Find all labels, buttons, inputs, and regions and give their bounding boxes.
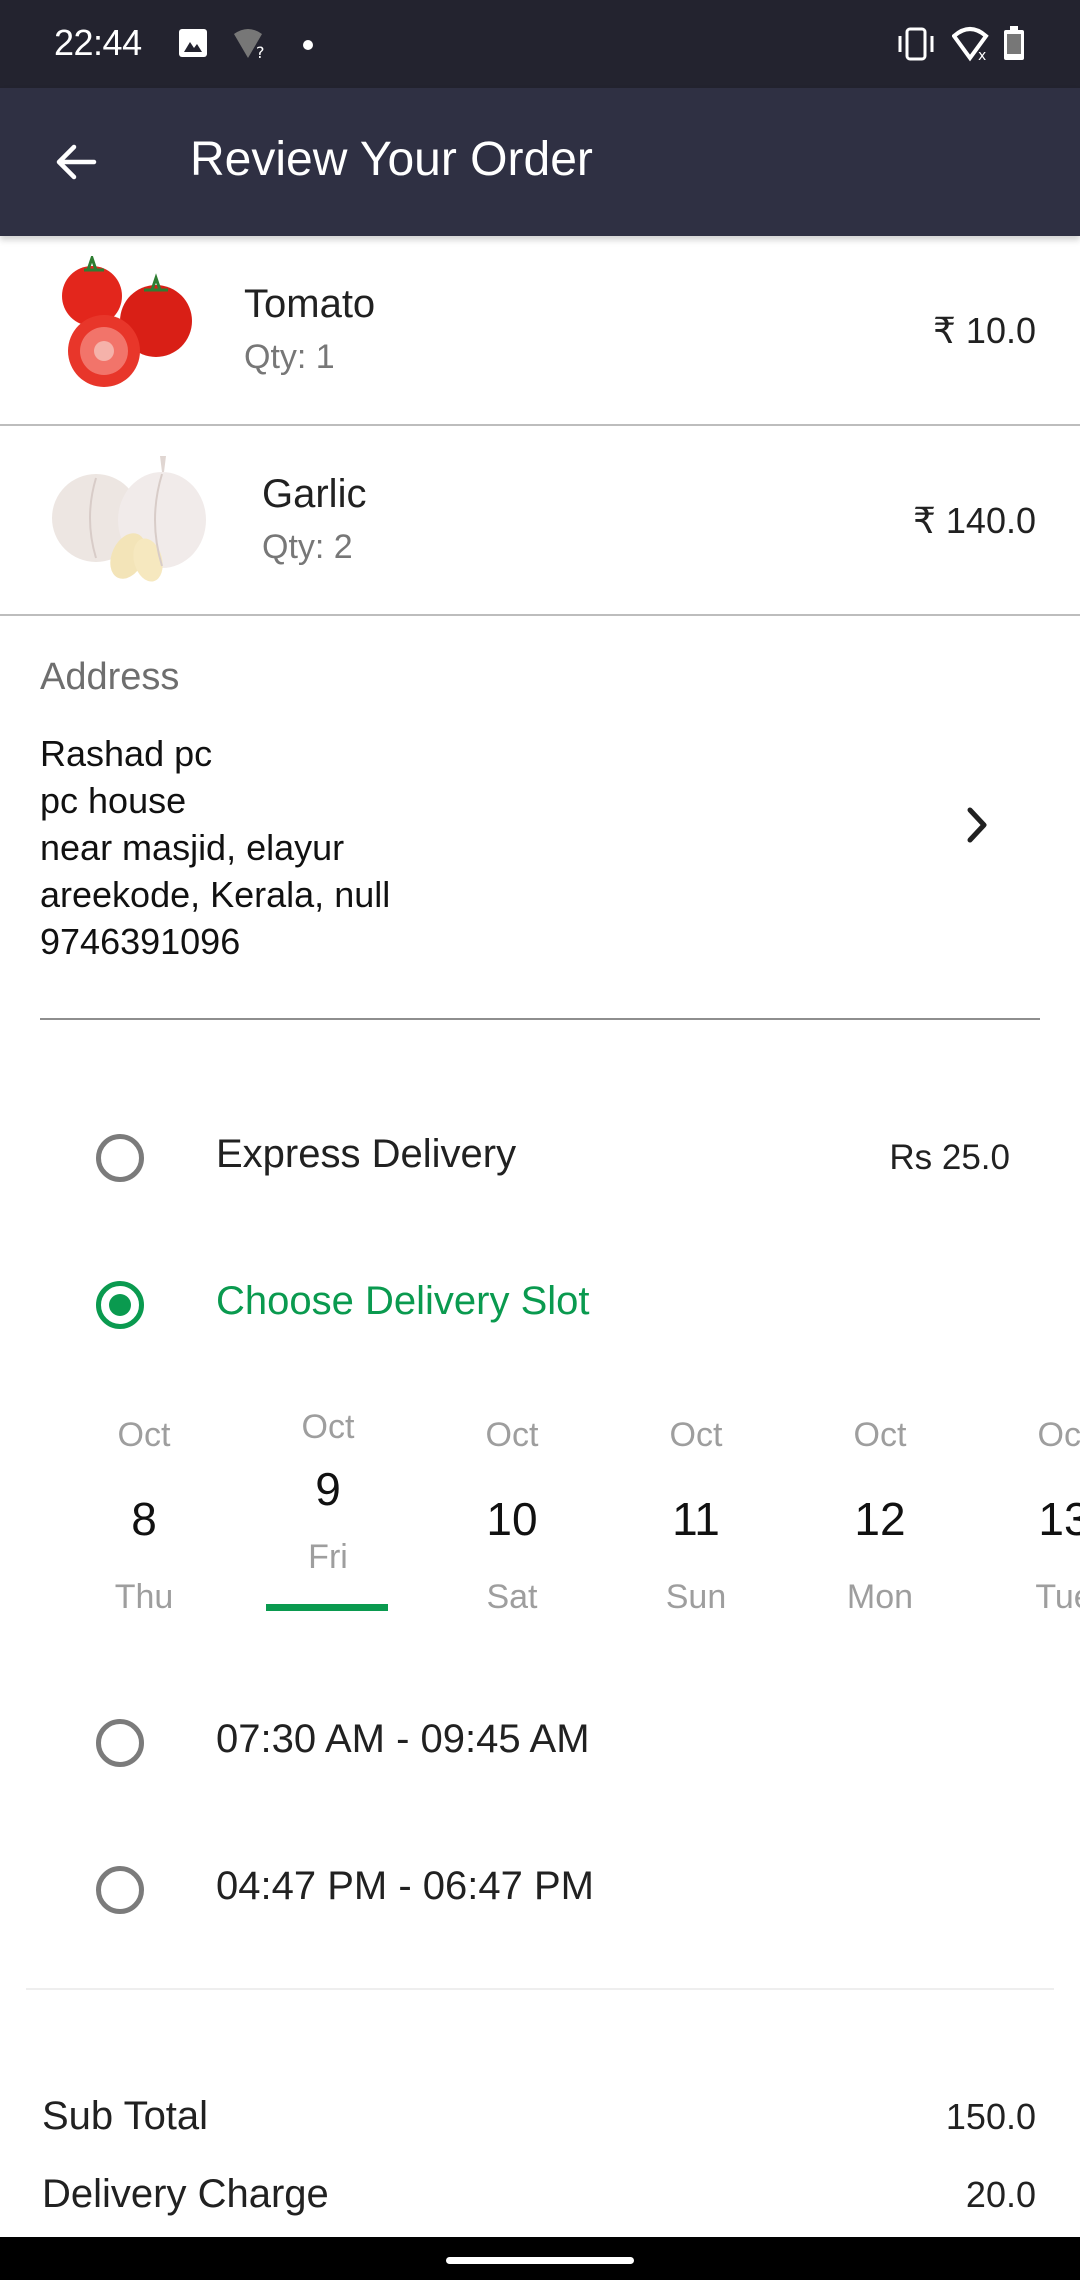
arrow-left-icon — [56, 144, 97, 180]
item-name: Tomato — [244, 282, 376, 326]
wifi-unknown-icon: ? — [232, 26, 272, 67]
date-item-selected[interactable]: Oct 9 Fri — [236, 1400, 420, 1620]
date-month: Oct — [669, 1416, 723, 1454]
date-item[interactable]: Oct 11 Sun — [604, 1400, 788, 1620]
delivery-slot-radio[interactable] — [96, 1281, 144, 1329]
date-month: Oct — [853, 1416, 907, 1454]
address-line: Rashad pc — [40, 733, 213, 774]
date-month: Oct — [1037, 1416, 1080, 1454]
date-item[interactable]: Oct 8 Thu — [52, 1400, 236, 1620]
tomato-image — [44, 253, 204, 396]
garlic-image — [44, 456, 206, 596]
date-weekday: Fri — [308, 1538, 348, 1576]
time-slot-label: 04:47 PM - 06:47 PM — [216, 1864, 594, 1908]
address-text: Rashad pc pc house near masjid, elayur a… — [40, 730, 390, 965]
date-day: 9 — [315, 1463, 341, 1515]
date-day: 13 — [1038, 1493, 1080, 1545]
divider — [26, 1988, 1054, 1990]
date-weekday: Sun — [665, 1578, 727, 1616]
order-item: Tomato Qty: 1 ₹ 10.0 — [0, 236, 1080, 426]
address-line: near masjid, elayur — [40, 827, 345, 868]
svg-text:x: x — [978, 48, 986, 62]
date-selector[interactable]: Oct 8 Thu Oct 9 Fri Oct 10 Sat Oct 11 Su… — [0, 1400, 1080, 1640]
express-delivery-price: Rs 25.0 — [889, 1138, 1010, 1177]
date-item[interactable]: Oct 10 Sat — [420, 1400, 604, 1620]
subtotal-value: 150.0 — [945, 2096, 1036, 2137]
subtotal-label: Sub Total — [42, 2094, 209, 2138]
home-gesture-handle[interactable] — [446, 2257, 634, 2264]
date-item[interactable]: Oct 13 Tue — [972, 1400, 1080, 1620]
date-day: 8 — [131, 1493, 157, 1545]
battery-icon — [1002, 26, 1026, 67]
date-month: Oct — [485, 1416, 539, 1454]
wifi-off-icon: x — [951, 26, 992, 67]
date-item[interactable]: Oct 12 Mon — [788, 1400, 972, 1620]
delivery-charge-label: Delivery Charge — [42, 2172, 329, 2216]
delivery-charge-value: 20.0 — [965, 2174, 1036, 2215]
date-day: 10 — [486, 1493, 538, 1545]
express-delivery-label: Express Delivery — [216, 1132, 517, 1176]
address-line: pc house — [40, 780, 187, 821]
selected-indicator — [266, 1604, 388, 1611]
time-slot-radio[interactable] — [96, 1719, 144, 1767]
time-slot-radio[interactable] — [96, 1866, 144, 1914]
time-slot-label: 07:30 AM - 09:45 AM — [216, 1717, 590, 1761]
item-name: Garlic — [262, 472, 367, 516]
order-item: Garlic Qty: 2 ₹ 140.0 — [0, 426, 1080, 616]
address-label: Address — [40, 656, 180, 698]
vibrate-icon — [896, 26, 936, 67]
dot-icon — [302, 38, 314, 56]
back-button[interactable] — [44, 130, 108, 194]
svg-text:?: ? — [256, 43, 265, 62]
date-month: Oct — [117, 1416, 171, 1454]
date-day: 11 — [672, 1493, 720, 1545]
delivery-slot-label: Choose Delivery Slot — [216, 1279, 590, 1323]
date-weekday: Tue — [1035, 1578, 1080, 1616]
date-month: Oct — [301, 1408, 355, 1446]
gallery-icon — [178, 26, 208, 65]
system-nav-bar — [0, 2237, 1080, 2280]
date-weekday: Thu — [114, 1578, 174, 1616]
page-title: Review Your Order — [190, 133, 593, 186]
app-bar: Review Your Order — [0, 88, 1080, 236]
item-price: ₹ 10.0 — [933, 310, 1036, 351]
date-day: 12 — [854, 1493, 906, 1545]
chevron-right-icon[interactable] — [956, 800, 1000, 850]
item-qty: Qty: 2 — [262, 528, 353, 566]
divider — [40, 1018, 1040, 1020]
express-delivery-radio[interactable] — [96, 1134, 144, 1182]
status-time: 22:44 — [54, 22, 142, 63]
date-weekday: Sat — [486, 1578, 538, 1616]
item-qty: Qty: 1 — [244, 338, 335, 376]
date-weekday: Mon — [846, 1578, 914, 1616]
address-line: areekode, Kerala, null — [40, 874, 391, 915]
status-bar: 22:44 ? x — [0, 0, 1080, 88]
item-price: ₹ 140.0 — [913, 500, 1036, 541]
address-phone: 9746391096 — [40, 921, 241, 962]
